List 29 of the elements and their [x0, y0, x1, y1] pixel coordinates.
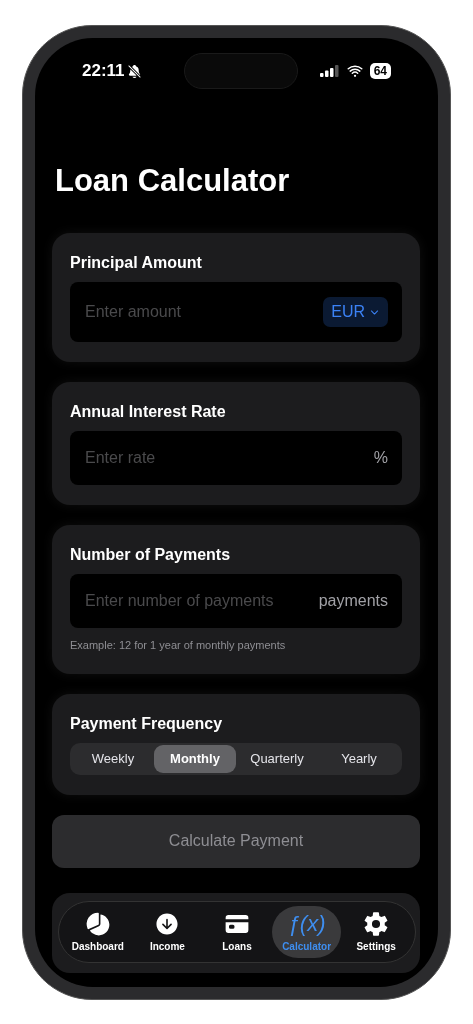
input-field[interactable]: Enter number of payments [85, 589, 319, 613]
signal-icon [319, 65, 340, 77]
segment-tab[interactable]: Quarterly [236, 744, 318, 773]
segment-tab[interactable]: Weekly [72, 744, 154, 773]
input-field[interactable]: Enter amount [85, 300, 324, 324]
battery-indicator: 64 [369, 63, 391, 79]
page-title: Loan Calculator [55, 162, 291, 200]
hint-text: Example: 12 for 1 year of monthly payments [70, 638, 287, 653]
settings-icon [363, 910, 390, 937]
currency-dropdown[interactable]: EUR [323, 297, 388, 327]
tab-item[interactable]: Dashboard [63, 906, 133, 958]
input-box[interactable]: Enter number of payments payments [70, 574, 402, 628]
status-time: 22:11 [82, 60, 125, 83]
unit-label: % [373, 448, 388, 468]
tab-item[interactable]: Loans [202, 906, 272, 958]
pie-chart-icon [84, 910, 111, 937]
segment-tab[interactable]: Monthly [154, 744, 236, 773]
field-label: Annual Interest Rate [70, 402, 227, 422]
input-box[interactable]: Enter rate % [70, 431, 402, 485]
function-icon: ƒ(x) [287, 910, 326, 937]
tab-item[interactable]: Settings [341, 906, 411, 958]
input-field[interactable]: Enter rate [85, 446, 374, 470]
segment-tab[interactable]: Yearly [318, 744, 400, 773]
field-label: Number of Payments [70, 545, 232, 565]
input-box[interactable]: Enter amount EUR [70, 282, 402, 342]
tab-item[interactable]: Income [132, 906, 203, 958]
field-label: Principal Amount [70, 253, 203, 273]
unit-label: payments [318, 591, 388, 611]
field-label: Payment Frequency [70, 713, 224, 734]
